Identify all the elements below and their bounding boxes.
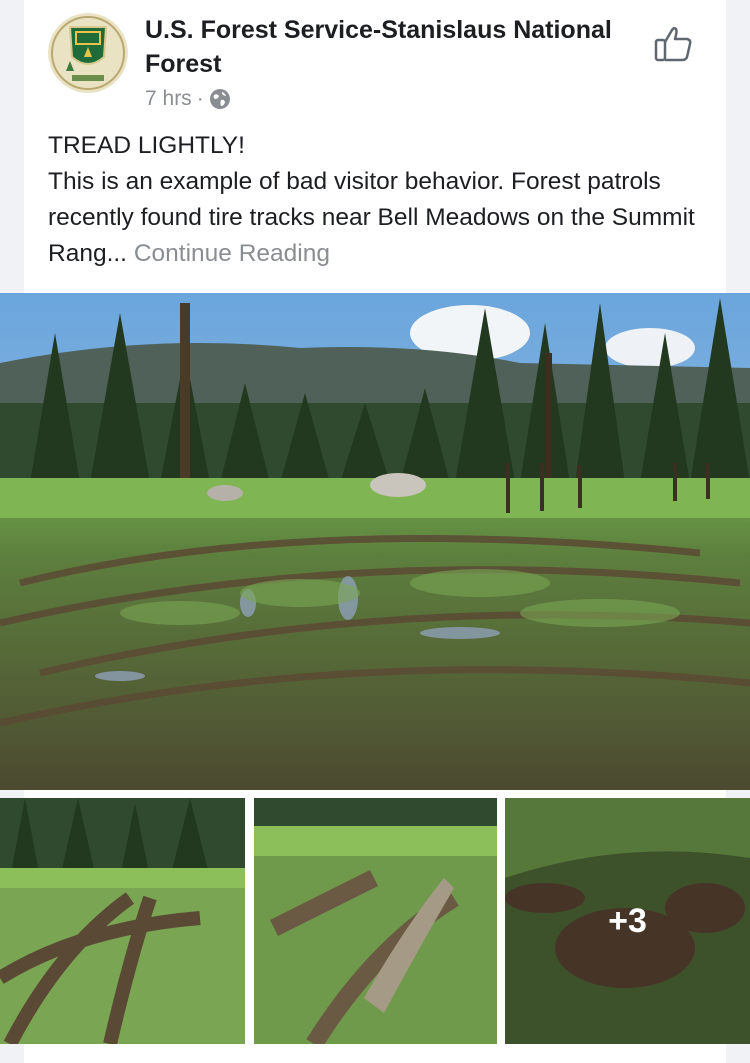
page-name[interactable]: U.S. Forest Service-Stanislaus National … — [145, 13, 625, 81]
post-headline: TREAD LIGHTLY! — [48, 132, 245, 159]
continue-reading-link[interactable]: Continue Reading — [134, 240, 330, 267]
page-avatar[interactable] — [48, 13, 128, 93]
more-photos-count: +3 — [608, 901, 647, 940]
meta-separator: · — [196, 87, 204, 110]
thumbnail-photo-1[interactable] — [0, 798, 245, 1044]
post-meta: 7 hrs · — [145, 84, 231, 114]
thumbs-up-icon — [654, 26, 692, 62]
main-photo[interactable] — [0, 293, 750, 790]
thumbnail-photo-2[interactable] — [254, 798, 497, 1044]
more-photos-overlay[interactable]: +3 — [505, 798, 750, 1044]
like-page-button[interactable] — [652, 22, 696, 66]
globe-icon — [209, 88, 231, 110]
post-timestamp[interactable]: 7 hrs — [145, 87, 192, 111]
post-text: TREAD LIGHTLY! This is an example of bad… — [48, 128, 708, 272]
post-body: This is an example of bad visitor behavi… — [48, 164, 708, 272]
thumbnail-photo-3[interactable]: +3 — [505, 798, 750, 1044]
